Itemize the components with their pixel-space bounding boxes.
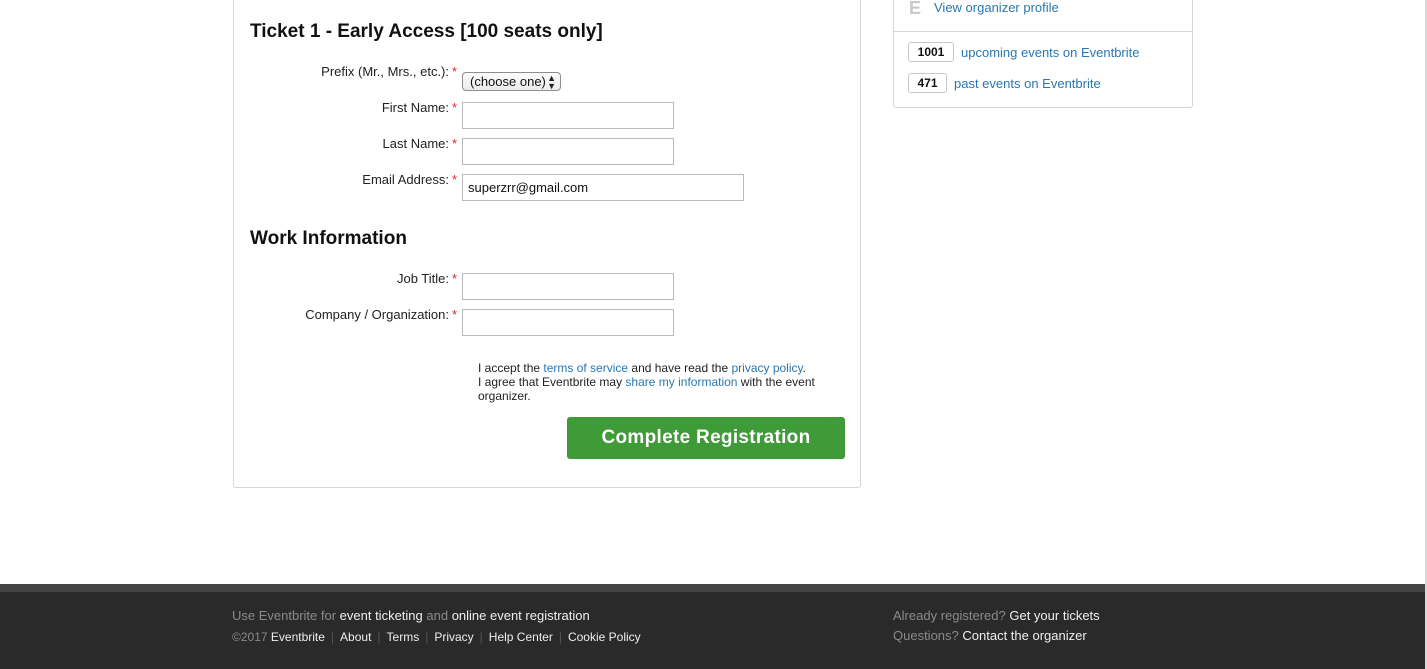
footer-separator: | <box>377 630 381 644</box>
footer-separator: | <box>425 630 429 644</box>
event-ticketing-link[interactable]: event ticketing <box>340 608 423 623</box>
footer-separator: | <box>479 630 483 644</box>
company-input[interactable] <box>462 309 674 336</box>
online-event-registration-link[interactable]: online event registration <box>452 608 590 623</box>
required-asterisk: * <box>452 64 458 79</box>
eventbrite-home-link[interactable]: Eventbrite <box>271 630 325 644</box>
footer-about-link[interactable]: About <box>340 630 371 644</box>
already-registered-text: Already registered? <box>893 608 1006 623</box>
footer-privacy-link[interactable]: Privacy <box>434 630 473 644</box>
footer-help-center-link[interactable]: Help Center <box>489 630 553 644</box>
footer <box>0 592 1425 669</box>
work-information-title: Work Information <box>250 228 407 249</box>
footer-text: Use Eventbrite for <box>232 608 340 623</box>
email-label: Email Address: <box>362 172 449 187</box>
get-your-tickets-link[interactable]: Get your tickets <box>1009 608 1099 623</box>
required-asterisk: * <box>452 271 458 286</box>
footer-questions: Questions? Contact the organizer <box>893 628 1087 643</box>
eventbrite-logo-icon: E <box>909 0 922 18</box>
contact-organizer-link[interactable]: Contact the organizer <box>962 628 1086 643</box>
first-name-input[interactable] <box>462 102 674 129</box>
terms-text: . <box>802 361 806 375</box>
ticket-title: Ticket 1 - Early Access [100 seats only] <box>250 21 603 42</box>
job-title-input[interactable] <box>462 273 674 300</box>
terms-of-service-link[interactable]: terms of service <box>543 361 628 375</box>
last-name-label: Last Name: <box>382 136 449 151</box>
footer-separator: | <box>330 630 335 644</box>
past-events-link[interactable]: past events on Eventbrite <box>954 76 1101 91</box>
footer-terms-link[interactable]: Terms <box>387 630 420 644</box>
select-updown-icon: ▲ ▼ <box>547 73 556 91</box>
footer-use-eventbrite: Use Eventbrite for event ticketing and o… <box>232 608 590 623</box>
footer-already-registered: Already registered? Get your tickets <box>893 608 1100 623</box>
required-asterisk: * <box>452 172 458 187</box>
footer-cookie-policy-link[interactable]: Cookie Policy <box>568 630 641 644</box>
share-information-link[interactable]: share my information <box>625 375 737 389</box>
upcoming-events-count: 1001 <box>908 42 954 62</box>
privacy-policy-link[interactable]: privacy policy <box>731 361 802 375</box>
first-name-label: First Name: <box>381 100 449 115</box>
terms-text: and have read the <box>628 361 732 375</box>
terms-text: I accept the <box>478 361 544 375</box>
footer-links-row: ©2017 Eventbrite | About | Terms | Priva… <box>232 630 641 644</box>
email-input[interactable] <box>462 174 744 201</box>
past-events-count: 471 <box>908 73 947 93</box>
footer-top-bar <box>0 584 1425 592</box>
footer-separator: | <box>558 630 562 644</box>
prefix-selected-value: (choose one) <box>470 74 546 89</box>
company-label: Company / Organization: <box>305 307 449 322</box>
required-asterisk: * <box>452 100 458 115</box>
prefix-select[interactable]: (choose one) ▲ ▼ <box>462 72 561 91</box>
terms-statement: I accept the terms of service and have r… <box>478 361 848 403</box>
complete-registration-button[interactable]: Complete Registration <box>567 417 845 459</box>
job-title-label: Job Title: <box>396 271 449 286</box>
prefix-label: Prefix (Mr., Mrs., etc.): <box>321 64 449 79</box>
view-organizer-profile-link[interactable]: View organizer profile <box>934 0 1059 15</box>
questions-text: Questions? <box>893 628 959 643</box>
upcoming-events-link[interactable]: upcoming events on Eventbrite <box>961 45 1140 60</box>
last-name-input[interactable] <box>462 138 674 165</box>
organizer-divider <box>893 31 1193 32</box>
required-asterisk: * <box>452 307 458 322</box>
footer-text: and <box>422 608 452 623</box>
copyright-text: ©2017 <box>232 630 268 644</box>
required-asterisk: * <box>452 136 458 151</box>
terms-text: I agree that Eventbrite may <box>478 375 626 389</box>
